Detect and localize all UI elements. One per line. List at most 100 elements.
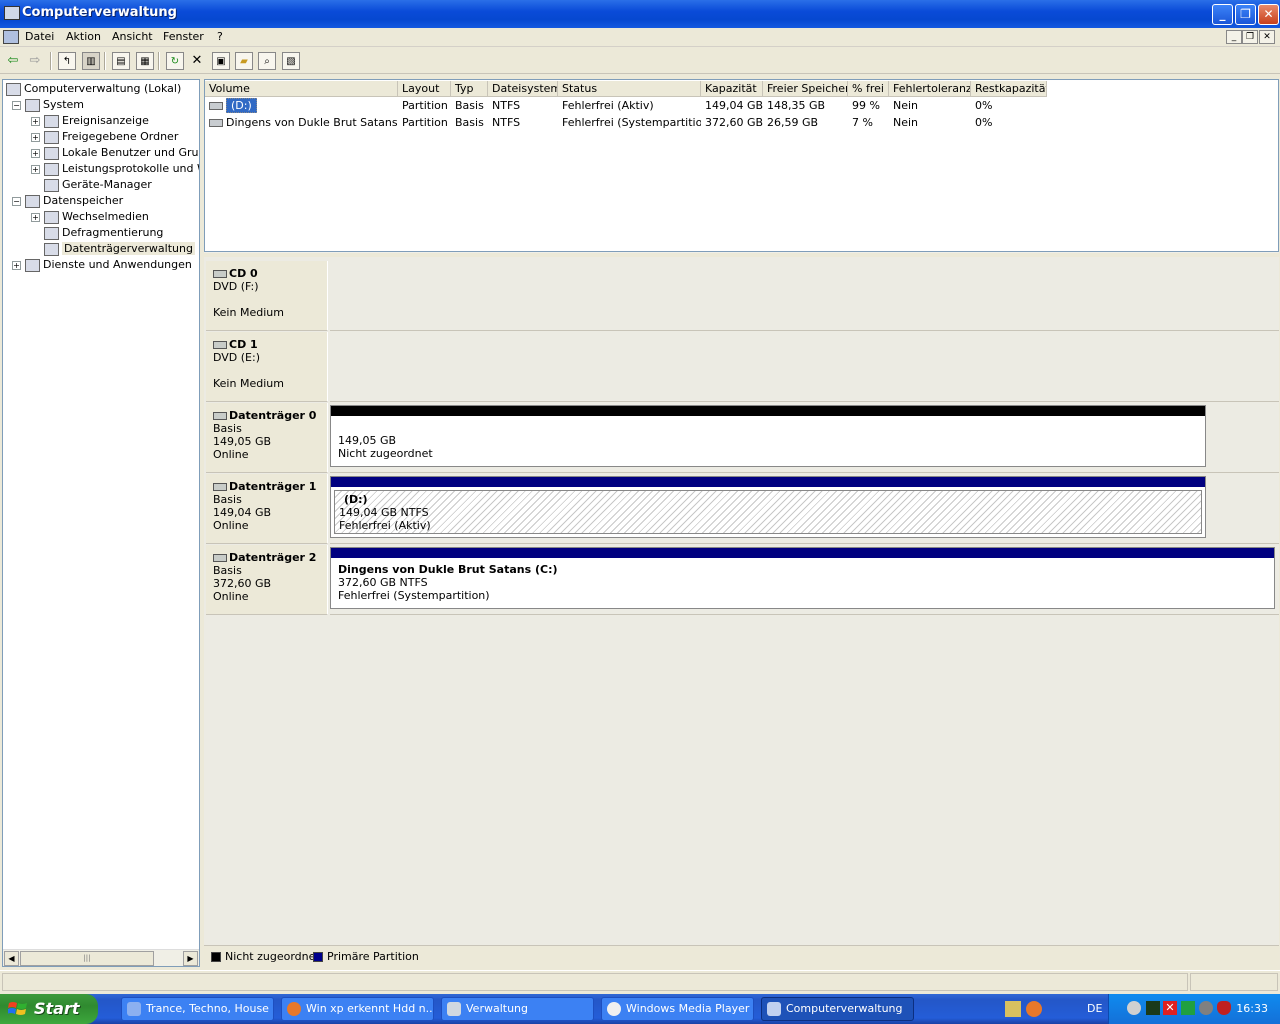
disk-name: Datenträger 2 (229, 551, 317, 564)
child-minimize-button[interactable]: _ (1226, 30, 1242, 44)
tree-horizontal-scrollbar[interactable]: ◀ ||| ▶ (3, 949, 199, 966)
column-header[interactable]: % frei (848, 81, 889, 97)
open-folder-icon[interactable]: ▰ (235, 52, 253, 70)
maximize-button[interactable]: ❐ (1235, 4, 1256, 25)
column-header[interactable]: Status (558, 81, 701, 97)
tree-item[interactable]: Lokale Benutzer und Gruppe (44, 145, 199, 161)
disk-layout-area: (D:) 149,04 GB NTFS Fehlerfrei (Aktiv) (330, 474, 1279, 544)
search-icon[interactable]: ⌕ (258, 52, 276, 70)
properties-icon[interactable]: ▤ (112, 52, 130, 70)
column-header[interactable]: Kapazität (701, 81, 763, 97)
column-header[interactable]: Restkapazität (971, 81, 1047, 97)
start-label: Start (34, 999, 80, 1018)
tree-item[interactable]: Datenträgerverwaltung (44, 241, 199, 257)
child-restore-button[interactable]: ❐ (1242, 30, 1258, 44)
show-hide-tree-icon[interactable]: ▥ (82, 52, 100, 70)
tree-node-icon (44, 130, 59, 144)
partition-type-bar (331, 406, 1205, 416)
column-header[interactable]: Fehlertoleranz (889, 81, 971, 97)
console-tree[interactable]: Computerverwaltung (Lokal) − System + Ereign… (2, 79, 200, 967)
tree-item[interactable]: Leistungsprotokolle und War (44, 161, 199, 177)
tree-expander[interactable]: + (31, 165, 40, 174)
taskbar-button-verwaltung[interactable]: Verwaltung (441, 997, 594, 1021)
up-folder-icon[interactable]: ↰ (58, 52, 76, 70)
menu-aktion[interactable]: Aktion (66, 30, 101, 43)
menu-help[interactable]: ? (217, 30, 223, 43)
tree-expander[interactable]: + (12, 261, 21, 270)
antivirus-tray-icon[interactable]: ✕ (1163, 1001, 1177, 1015)
tree-expander[interactable]: − (12, 197, 21, 206)
tree-item[interactable]: System (25, 97, 199, 113)
title-bar[interactable]: Computerverwaltung _ ❐ ✕ (0, 0, 1280, 28)
menu-ansicht[interactable]: Ansicht (112, 30, 153, 43)
partition-size: 372,60 GB NTFS (338, 576, 428, 589)
close-button[interactable]: ✕ (1258, 4, 1279, 25)
delete-icon[interactable]: ✕ (188, 52, 206, 70)
quicklaunch-tool-icon[interactable] (1005, 1001, 1021, 1017)
unallocated-region[interactable]: 149,05 GB Nicht zugeordnet (330, 405, 1206, 467)
scroll-right-arrow-icon[interactable]: ▶ (183, 951, 198, 966)
scroll-left-arrow-icon[interactable]: ◀ (4, 951, 19, 966)
network-tray-icon[interactable] (1181, 1001, 1195, 1015)
taskbar-button-computerverwaltung[interactable]: Computerverwaltung (761, 997, 914, 1021)
menu-datei[interactable]: Datei (25, 30, 54, 43)
volume-list[interactable]: Volume Layout Typ Dateisystem Status Kapazitä… (204, 79, 1279, 252)
refresh-icon[interactable]: ↻ (166, 52, 184, 70)
tree-item[interactable]: Computerverwaltung (Lokal) (6, 81, 199, 97)
disk-label[interactable]: CD 0 DVD (F:) Kein Medium (206, 261, 328, 331)
disk-info-line1: DVD (F:) (213, 280, 259, 293)
column-header[interactable]: Volume (205, 81, 398, 97)
tree-item[interactable]: Freigegebene Ordner (44, 129, 199, 145)
partition-block[interactable]: Dingens von Dukle Brut Satans (C:) 372,60… (330, 547, 1275, 609)
tree-expander[interactable]: + (31, 213, 40, 222)
table-row[interactable]: Dingens von Dukle Brut Satans (C:) Partit… (205, 115, 1047, 131)
tree-item[interactable]: Geräte-Manager (44, 177, 199, 193)
properties-sheet-icon[interactable]: ▣ (212, 52, 230, 70)
rescan-disks-icon[interactable]: ▧ (282, 52, 300, 70)
forward-arrow-icon[interactable]: ⇨ (26, 52, 44, 70)
tree-item[interactable]: Defragmentierung (44, 225, 199, 241)
tree-item-label: Dienste und Anwendungen (43, 258, 192, 271)
disk-label[interactable]: CD 1 DVD (E:) Kein Medium (206, 332, 328, 402)
scroll-thumb[interactable]: ||| (20, 951, 154, 966)
back-arrow-icon[interactable]: ⇦ (4, 52, 22, 70)
tree-item[interactable]: Wechselmedien (44, 209, 199, 225)
minimize-button[interactable]: _ (1212, 4, 1233, 25)
settings-tray-icon[interactable] (1199, 1001, 1213, 1015)
language-indicator[interactable]: DE (1087, 1002, 1102, 1015)
quicklaunch-firefox-icon[interactable] (1026, 1001, 1042, 1017)
tree-expander[interactable]: + (31, 117, 40, 126)
partition-block[interactable]: (D:) 149,04 GB NTFS Fehlerfrei (Aktiv) (330, 476, 1206, 538)
child-close-button[interactable]: ✕ (1259, 30, 1275, 44)
column-header[interactable]: Freier Speicher (763, 81, 848, 97)
toolbar-separator (158, 52, 160, 70)
disk-row: CD 0 DVD (F:) Kein Medium (204, 261, 1279, 331)
table-cell: 99 % (852, 99, 880, 112)
column-header[interactable]: Layout (398, 81, 451, 97)
clock[interactable]: 16:33 (1236, 1002, 1268, 1015)
column-header[interactable]: Typ (451, 81, 488, 97)
tree-expander[interactable]: + (31, 149, 40, 158)
mmc-icon[interactable] (3, 30, 19, 44)
taskbar-button-media-player[interactable]: Windows Media Player (601, 997, 754, 1021)
menu-fenster[interactable]: Fenster (163, 30, 204, 43)
column-header[interactable]: Dateisystem (488, 81, 558, 97)
help-pane-icon[interactable]: ▦ (136, 52, 154, 70)
taskbar-button-firefox[interactable]: Win xp erkennt Hdd n... (281, 997, 434, 1021)
tree-item[interactable]: Ereignisanzeige (44, 113, 199, 129)
monitor-tray-icon[interactable] (1146, 1001, 1160, 1015)
disk-label[interactable]: Datenträger 0 Basis 149,05 GB Online (206, 403, 328, 473)
tree-expander[interactable]: − (12, 101, 21, 110)
table-row[interactable]: (D:) Partition Basis NTFS Fehlerfrei (Aktiv)… (205, 98, 1047, 114)
partition-status: Nicht zugeordnet (338, 447, 433, 460)
taskbar-button-trance[interactable]: Trance, Techno, House (121, 997, 274, 1021)
tree-item[interactable]: Datenspeicher (25, 193, 199, 209)
disk-label[interactable]: Datenträger 2 Basis 372,60 GB Online (206, 545, 328, 615)
status-pane-main (2, 973, 1188, 991)
tree-item[interactable]: Dienste und Anwendungen (25, 257, 199, 273)
tree-expander[interactable]: + (31, 133, 40, 142)
security-shield-icon[interactable] (1217, 1001, 1231, 1015)
disk-label[interactable]: Datenträger 1 Basis 149,04 GB Online (206, 474, 328, 544)
mouse-tray-icon[interactable] (1127, 1001, 1141, 1015)
start-button[interactable]: Start (0, 994, 98, 1024)
